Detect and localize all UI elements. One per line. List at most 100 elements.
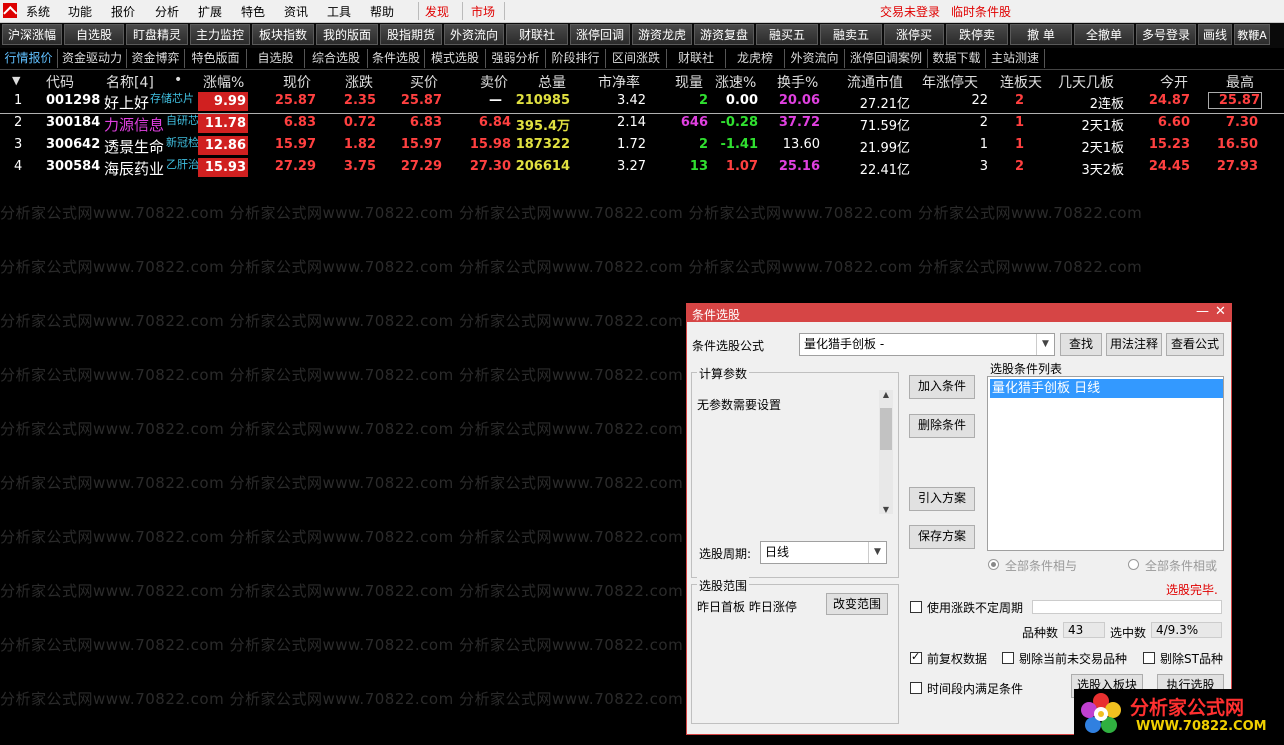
col-year-limit-days[interactable]: 年涨停天 xyxy=(922,72,978,92)
col-ask[interactable]: 卖价 xyxy=(480,72,508,92)
toolbar-btn-foreign-flow[interactable]: 外资流向 xyxy=(444,24,504,45)
col-streak-days[interactable]: 连板天 xyxy=(1000,72,1042,92)
col-pb[interactable]: 市净率 xyxy=(598,72,640,92)
fq-checkbox[interactable] xyxy=(910,650,922,664)
toolbar-btn-cancel-order[interactable]: 撤 单 xyxy=(1010,24,1072,45)
menu-discover[interactable]: 发现 xyxy=(425,3,449,20)
toolbar-btn-margin-sell[interactable]: 融卖五 xyxy=(820,24,882,45)
tab-capital-drive[interactable]: 资金驱动力 xyxy=(58,49,127,68)
menu-extend[interactable]: 扩展 xyxy=(198,3,222,20)
menu-help[interactable]: 帮助 xyxy=(370,3,394,20)
col-volume[interactable]: 总量 xyxy=(538,72,566,92)
tab-capital-game[interactable]: 资金博弈 xyxy=(127,49,185,68)
use-period-checkbox[interactable] xyxy=(910,601,922,613)
toolbar-btn-main-force[interactable]: 主力监控 xyxy=(190,24,250,45)
minimize-icon[interactable]: — xyxy=(1196,304,1209,319)
tab-cls[interactable]: 财联社 xyxy=(667,49,726,68)
formula-select[interactable]: 量化猎手创板 - ▼ xyxy=(799,333,1055,356)
menu-market[interactable]: 市场 xyxy=(471,3,495,20)
close-icon[interactable]: ✕ xyxy=(1215,304,1226,319)
view-formula-button[interactable]: 查看公式 xyxy=(1166,333,1224,356)
tab-condition-select[interactable]: 条件选股 xyxy=(368,49,425,68)
all-and-radio[interactable] xyxy=(988,559,999,570)
period-select[interactable]: 日线 ▼ xyxy=(760,541,887,564)
menu-quote[interactable]: 报价 xyxy=(111,3,135,20)
menu-info[interactable]: 资讯 xyxy=(284,3,308,20)
toolbar-btn-cancel-all[interactable]: 全撤单 xyxy=(1074,24,1134,45)
toolbar-btn-limit-sell[interactable]: 跌停卖 xyxy=(946,24,1008,45)
col-float-cap[interactable]: 流通市值 xyxy=(847,72,903,92)
tab-limit-cases[interactable]: 涨停回调案例 xyxy=(845,49,928,68)
toolbar-btn-rise-rank[interactable]: 沪深涨幅 xyxy=(2,24,62,45)
toolbar-btn-cls[interactable]: 财联社 xyxy=(506,24,568,45)
toolbar-btn-draw-line[interactable]: 画线 xyxy=(1198,24,1232,45)
change-range-button[interactable]: 改变范围 xyxy=(826,593,888,615)
table-row[interactable]: 3 300642 透景生命 新冠检 12.86 15.97 1.82 15.97… xyxy=(0,135,1284,157)
chevron-down-icon[interactable]: ▼ xyxy=(1036,334,1054,355)
tab-watchlist[interactable]: 自选股 xyxy=(247,49,305,68)
params-scrollbar[interactable]: ▲ ▼ xyxy=(879,390,893,514)
tab-composite-select[interactable]: 综合选股 xyxy=(305,49,368,68)
condition-list[interactable]: 量化猎手创板 日线 xyxy=(987,376,1224,551)
save-plan-button[interactable]: 保存方案 xyxy=(909,525,975,549)
time-cond-checkbox[interactable] xyxy=(910,682,922,694)
col-high[interactable]: 最高 xyxy=(1226,72,1254,92)
col-change-pct[interactable]: 涨幅% xyxy=(203,72,244,92)
toolbar-btn-my-layout[interactable]: 我的版面 xyxy=(316,24,378,45)
toolbar-btn-monitor-sprite[interactable]: 盯盘精灵 xyxy=(126,24,188,45)
chevron-down-icon[interactable]: ▼ xyxy=(868,542,886,563)
toolbar-btn-hot-money[interactable]: 游资龙虎 xyxy=(632,24,692,45)
table-row[interactable]: 2 300184 力源信息 自研芯 11.78 6.83 0.72 6.83 6… xyxy=(0,113,1284,135)
toolbar-btn-sector-index[interactable]: 板块指数 xyxy=(252,24,314,45)
menu-analysis[interactable]: 分析 xyxy=(155,3,179,20)
col-turnover[interactable]: 换手% xyxy=(777,72,818,92)
period-input[interactable] xyxy=(1032,600,1222,614)
col-price[interactable]: 现价 xyxy=(283,72,311,92)
toolbar-btn-margin-buy[interactable]: 融买五 xyxy=(756,24,818,45)
toolbar-btn-watchlist[interactable]: 自选股 xyxy=(64,24,124,45)
condition-list-item[interactable]: 量化猎手创板 日线 xyxy=(990,379,1223,398)
tab-speed-test[interactable]: 主站测速 xyxy=(986,49,1045,68)
trade-status[interactable]: 交易未登录 xyxy=(880,3,940,20)
table-row[interactable]: 4 300584 海辰药业 乙肝治 15.93 27.29 3.75 27.29… xyxy=(0,157,1284,179)
tab-strength[interactable]: 强弱分析 xyxy=(486,49,546,68)
exclude-st-checkbox[interactable] xyxy=(1143,652,1155,664)
toolbar-btn-multi-login[interactable]: 多号登录 xyxy=(1136,24,1196,45)
exclude-untraded-checkbox[interactable] xyxy=(1002,652,1014,664)
add-condition-button[interactable]: 加入条件 xyxy=(909,375,975,399)
menu-system[interactable]: 系统 xyxy=(26,3,50,20)
col-current-vol[interactable]: 现量 xyxy=(675,72,703,92)
menu-tools[interactable]: 工具 xyxy=(327,3,351,20)
sort-arrow-icon[interactable]: ▼ xyxy=(12,74,20,87)
toolbar-btn-limit-buy[interactable]: 涨停买 xyxy=(884,24,944,45)
tab-data-download[interactable]: 数据下载 xyxy=(928,49,986,68)
tab-quote[interactable]: 行情报价 xyxy=(0,49,58,68)
tab-feature-layout[interactable]: 特色版面 xyxy=(185,49,247,68)
col-name[interactable]: 名称[4] xyxy=(106,72,154,92)
col-open[interactable]: 今开 xyxy=(1160,72,1188,92)
usage-button[interactable]: 用法注释 xyxy=(1106,333,1162,356)
toolbar-btn-hot-money-review[interactable]: 游资复盘 xyxy=(694,24,754,45)
toolbar-btn-pointer[interactable]: 教鞭A xyxy=(1234,24,1270,45)
col-code[interactable]: 代码 xyxy=(46,72,74,92)
tab-pattern-select[interactable]: 模式选股 xyxy=(425,49,486,68)
toolbar-btn-index-futures[interactable]: 股指期货 xyxy=(380,24,442,45)
menu-function[interactable]: 功能 xyxy=(68,3,92,20)
table-row[interactable]: 1 001298 好上好 存储芯片 9.99 25.87 2.35 25.87 … xyxy=(0,91,1284,114)
tab-stage-rank[interactable]: 阶段排行 xyxy=(546,49,606,68)
tab-foreign-flow[interactable]: 外资流向 xyxy=(785,49,845,68)
dialog-titlebar[interactable]: 条件选股 — ✕ xyxy=(687,304,1231,322)
toolbar-btn-limit-pullback[interactable]: 涨停回调 xyxy=(570,24,630,45)
col-days-boards[interactable]: 几天几板 xyxy=(1058,72,1114,92)
tab-range-change[interactable]: 区间涨跌 xyxy=(606,49,667,68)
all-or-radio[interactable] xyxy=(1128,559,1139,570)
import-plan-button[interactable]: 引入方案 xyxy=(909,487,975,511)
col-diff[interactable]: 涨跌 xyxy=(345,72,373,92)
col-bid[interactable]: 买价 xyxy=(410,72,438,92)
menu-feature[interactable]: 特色 xyxy=(241,3,265,20)
tab-dragon-tiger[interactable]: 龙虎榜 xyxy=(726,49,785,68)
temp-condition-stock[interactable]: 临时条件股 xyxy=(951,3,1011,20)
col-speed[interactable]: 涨速% xyxy=(715,72,756,92)
find-button[interactable]: 查找 xyxy=(1060,333,1102,356)
delete-condition-button[interactable]: 删除条件 xyxy=(909,414,975,438)
